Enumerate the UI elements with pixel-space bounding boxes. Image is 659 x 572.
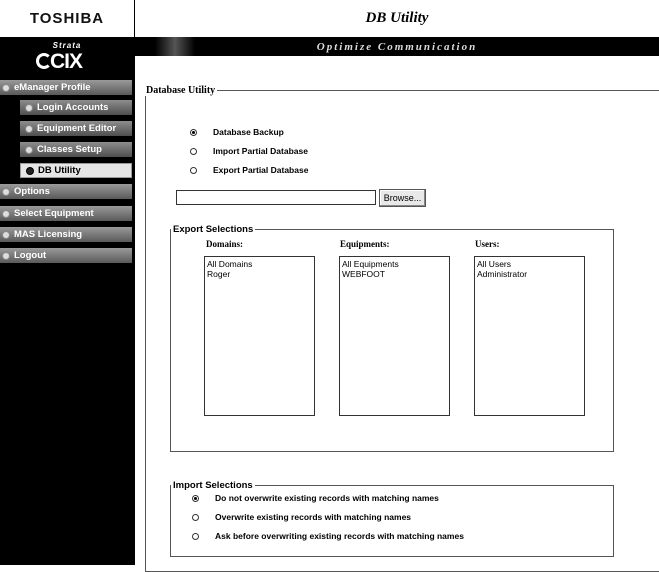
toshiba-logo: TOSHIBA <box>0 0 134 37</box>
list-item[interactable]: All Domains <box>207 259 312 269</box>
option-ask-before-overwrite[interactable]: Ask before overwriting existing records … <box>192 531 464 541</box>
option-label: Do not overwrite existing records with m… <box>215 493 439 503</box>
sidebar-item-logout[interactable]: Logout <box>0 248 132 263</box>
list-item[interactable]: All Equipments <box>342 259 447 269</box>
radio-database-backup[interactable] <box>190 128 197 136</box>
sidebar-item-label: eManager Profile <box>14 82 91 93</box>
sidebar-item-db-utility[interactable]: DB Utility <box>20 163 132 178</box>
banner: Optimize Communication <box>135 37 659 56</box>
product-name: CIX <box>50 50 83 73</box>
sidebar-item-label: Login Accounts <box>37 102 109 113</box>
list-item[interactable]: Roger <box>207 269 312 279</box>
equipments-header: Equipments: <box>340 239 390 249</box>
option-do-not-overwrite[interactable]: Do not overwrite existing records with m… <box>192 493 439 503</box>
sidebar: Strata CIX eManager Profile Login Accoun… <box>0 37 134 565</box>
sidebar-item-label: Select Equipment <box>14 208 94 219</box>
users-header: Users: <box>475 239 500 249</box>
sidebar-item-equipment-editor[interactable]: Equipment Editor <box>20 121 132 136</box>
list-item[interactable]: Administrator <box>477 269 582 279</box>
sidebar-item-label: Options <box>14 186 50 197</box>
bullet-icon <box>26 166 34 175</box>
radio-import-partial-database[interactable] <box>190 147 197 155</box>
file-path-input[interactable] <box>176 190 376 205</box>
radio-ask-before-overwrite[interactable] <box>192 532 199 540</box>
bullet-icon <box>2 83 10 92</box>
bullet-icon <box>2 251 10 260</box>
bullet-icon <box>2 187 10 196</box>
option-import-partial-database[interactable]: Import Partial Database <box>190 146 308 156</box>
section-title: Database Utility <box>146 85 216 96</box>
page-title: DB Utility <box>365 10 429 26</box>
radio-do-not-overwrite[interactable] <box>192 494 199 502</box>
sidebar-item-select-equipment[interactable]: Select Equipment <box>0 206 132 221</box>
users-listbox[interactable]: All Users Administrator <box>474 256 585 416</box>
option-label: Import Partial Database <box>213 146 308 156</box>
radio-overwrite[interactable] <box>192 513 199 521</box>
strata-cix-logo: Strata CIX <box>0 37 134 75</box>
product-line: Strata <box>52 41 82 50</box>
bullet-icon <box>25 145 33 154</box>
option-overwrite[interactable]: Overwrite existing records with matching… <box>192 512 411 522</box>
option-database-backup[interactable]: Database Backup <box>190 127 284 137</box>
equipments-listbox[interactable]: All Equipments WEBFOOT <box>339 256 450 416</box>
option-label: Database Backup <box>213 127 284 137</box>
domains-listbox[interactable]: All Domains Roger <box>204 256 315 416</box>
radio-export-partial-database[interactable] <box>190 166 197 174</box>
option-label: Ask before overwriting existing records … <box>215 531 464 541</box>
bullet-icon <box>25 124 33 133</box>
browse-button[interactable]: Browse... <box>379 189 426 207</box>
bullet-icon <box>25 103 33 112</box>
export-selections-title: Export Selections <box>173 224 254 235</box>
sidebar-item-label: DB Utility <box>38 165 81 176</box>
sidebar-item-label: Classes Setup <box>37 144 102 155</box>
sidebar-item-options[interactable]: Options <box>0 184 132 199</box>
option-label: Overwrite existing records with matching… <box>215 512 412 522</box>
option-export-partial-database[interactable]: Export Partial Database <box>190 165 308 175</box>
option-label: Export Partial Database <box>213 165 309 175</box>
sidebar-item-classes-setup[interactable]: Classes Setup <box>20 142 132 157</box>
divider <box>134 0 135 565</box>
sidebar-item-label: MAS Licensing <box>14 229 83 240</box>
list-item[interactable]: WEBFOOT <box>342 269 447 279</box>
sidebar-item-emanager-profile[interactable]: eManager Profile <box>0 80 132 95</box>
brand-name: TOSHIBA <box>29 10 105 27</box>
sidebar-item-mas-licensing[interactable]: MAS Licensing <box>0 227 132 242</box>
sidebar-item-label: Equipment Editor <box>37 123 117 134</box>
domains-header: Domains: <box>206 239 244 249</box>
list-item[interactable]: All Users <box>477 259 582 269</box>
sidebar-item-login-accounts[interactable]: Login Accounts <box>20 100 132 115</box>
bullet-icon <box>2 230 10 239</box>
sidebar-item-label: Logout <box>14 250 47 261</box>
import-selections-title: Import Selections <box>173 480 253 491</box>
banner-text: Optimize Communication <box>316 40 478 53</box>
bullet-icon <box>2 209 10 218</box>
